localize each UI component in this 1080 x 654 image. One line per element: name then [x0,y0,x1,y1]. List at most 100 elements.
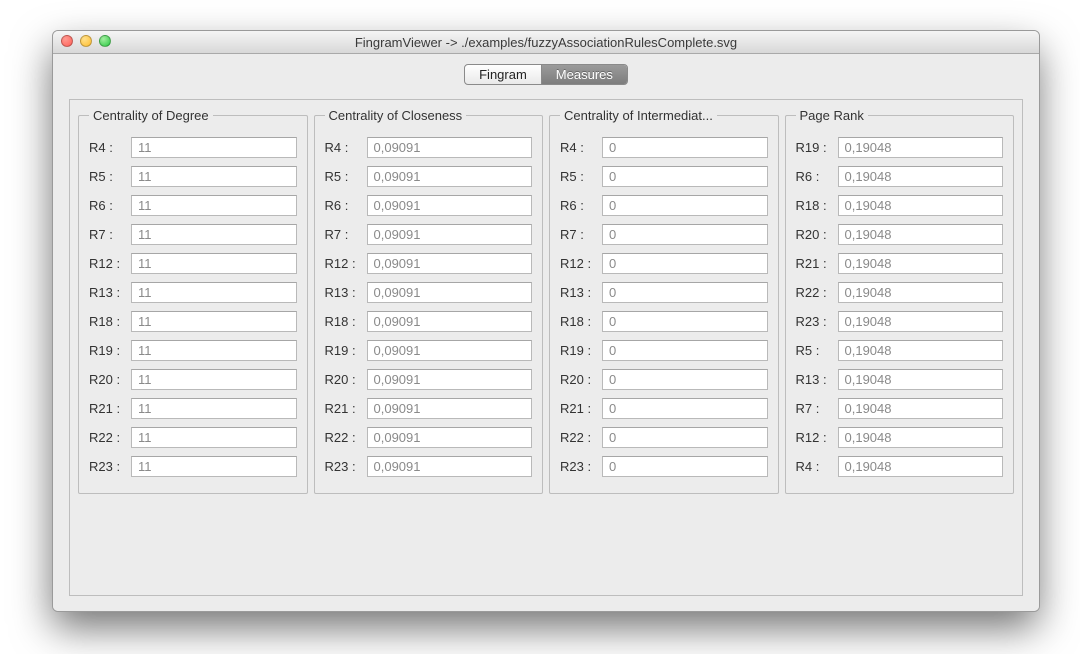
measure-row: R18 :0 [560,307,768,336]
tab-bar: Fingram Measures [53,54,1039,85]
row-value[interactable]: 11 [131,427,297,448]
zoom-icon[interactable] [99,35,111,47]
row-label: R5 : [89,169,131,184]
row-value[interactable]: 0 [602,456,768,477]
window-controls [61,35,111,47]
row-value[interactable]: 0,09091 [367,427,533,448]
row-value[interactable]: 0,09091 [367,166,533,187]
row-value[interactable]: 0,09091 [367,311,533,332]
row-value[interactable]: 11 [131,224,297,245]
row-value[interactable]: 0,09091 [367,369,533,390]
row-value[interactable]: 11 [131,311,297,332]
measure-row: R18 :0,09091 [325,307,533,336]
row-value[interactable]: 0,19048 [838,224,1004,245]
row-value[interactable]: 0 [602,340,768,361]
window-title: FingramViewer -> ./examples/fuzzyAssocia… [53,35,1039,50]
measure-row: R23 :0,09091 [325,452,533,481]
row-value[interactable]: 0 [602,398,768,419]
measure-row: R12 :0,19048 [796,423,1004,452]
row-label: R12 : [325,256,367,271]
row-value[interactable]: 0,09091 [367,224,533,245]
row-value[interactable]: 0,19048 [838,456,1004,477]
row-value[interactable]: 11 [131,253,297,274]
row-value[interactable]: 0 [602,311,768,332]
measure-row: R19 :0 [560,336,768,365]
row-label: R22 : [89,430,131,445]
measure-row: R12 :0,09091 [325,249,533,278]
row-value[interactable]: 11 [131,398,297,419]
row-label: R21 : [325,401,367,416]
row-label: R19 : [89,343,131,358]
measure-row: R18 :11 [89,307,297,336]
row-label: R13 : [560,285,602,300]
measure-row: R22 :11 [89,423,297,452]
tab-measures[interactable]: Measures [541,65,627,84]
group-centrality-closeness: Centrality of Closeness R4 :0,09091 R5 :… [314,108,544,494]
row-label: R22 : [796,285,838,300]
row-value[interactable]: 0,19048 [838,195,1004,216]
measure-row: R12 :11 [89,249,297,278]
row-label: R20 : [560,372,602,387]
row-value[interactable]: 11 [131,137,297,158]
row-value[interactable]: 0,19048 [838,166,1004,187]
row-value[interactable]: 0 [602,137,768,158]
row-value[interactable]: 0,19048 [838,427,1004,448]
titlebar[interactable]: FingramViewer -> ./examples/fuzzyAssocia… [53,31,1039,54]
row-value[interactable]: 11 [131,166,297,187]
row-label: R18 : [89,314,131,329]
row-value[interactable]: 0,19048 [838,398,1004,419]
measure-row: R19 :11 [89,336,297,365]
row-label: R18 : [325,314,367,329]
row-value[interactable]: 0,09091 [367,456,533,477]
measure-row: R23 :0,19048 [796,307,1004,336]
row-value[interactable]: 0 [602,195,768,216]
tab-fingram[interactable]: Fingram [465,65,541,84]
row-value[interactable]: 0 [602,369,768,390]
row-value[interactable]: 0,19048 [838,340,1004,361]
row-value[interactable]: 0,09091 [367,253,533,274]
row-label: R6 : [560,198,602,213]
row-value[interactable]: 0,09091 [367,398,533,419]
measure-row: R21 :0,09091 [325,394,533,423]
measure-row: R23 :0 [560,452,768,481]
row-label: R4 : [325,140,367,155]
row-value[interactable]: 0 [602,427,768,448]
measures-columns: Centrality of Degree R4 :11 R5 :11 R6 :1… [78,108,1014,494]
row-value[interactable]: 0,19048 [838,282,1004,303]
minimize-icon[interactable] [80,35,92,47]
row-label: R18 : [796,198,838,213]
row-value[interactable]: 0,09091 [367,137,533,158]
row-value[interactable]: 0 [602,224,768,245]
row-value[interactable]: 11 [131,456,297,477]
measure-row: R21 :11 [89,394,297,423]
row-value[interactable]: 0 [602,166,768,187]
close-icon[interactable] [61,35,73,47]
row-value[interactable]: 0,19048 [838,311,1004,332]
row-label: R22 : [325,430,367,445]
row-value[interactable]: 0,19048 [838,253,1004,274]
measure-row: R6 :0 [560,191,768,220]
row-label: R20 : [325,372,367,387]
measure-row: R7 :0,19048 [796,394,1004,423]
row-label: R13 : [325,285,367,300]
row-value[interactable]: 0,19048 [838,369,1004,390]
row-label: R4 : [560,140,602,155]
row-value[interactable]: 0,09091 [367,282,533,303]
row-value[interactable]: 0,09091 [367,195,533,216]
row-label: R6 : [325,198,367,213]
row-value[interactable]: 11 [131,369,297,390]
row-value[interactable]: 0 [602,253,768,274]
row-label: R7 : [560,227,602,242]
row-value[interactable]: 0 [602,282,768,303]
group-centrality-degree: Centrality of Degree R4 :11 R5 :11 R6 :1… [78,108,308,494]
measure-row: R22 :0,09091 [325,423,533,452]
row-value[interactable]: 11 [131,340,297,361]
row-value[interactable]: 11 [131,282,297,303]
row-value[interactable]: 11 [131,195,297,216]
measure-row: R4 :0 [560,133,768,162]
row-value[interactable]: 0,19048 [838,137,1004,158]
row-value[interactable]: 0,09091 [367,340,533,361]
row-label: R4 : [796,459,838,474]
measure-row: R23 :11 [89,452,297,481]
measure-row: R20 :11 [89,365,297,394]
